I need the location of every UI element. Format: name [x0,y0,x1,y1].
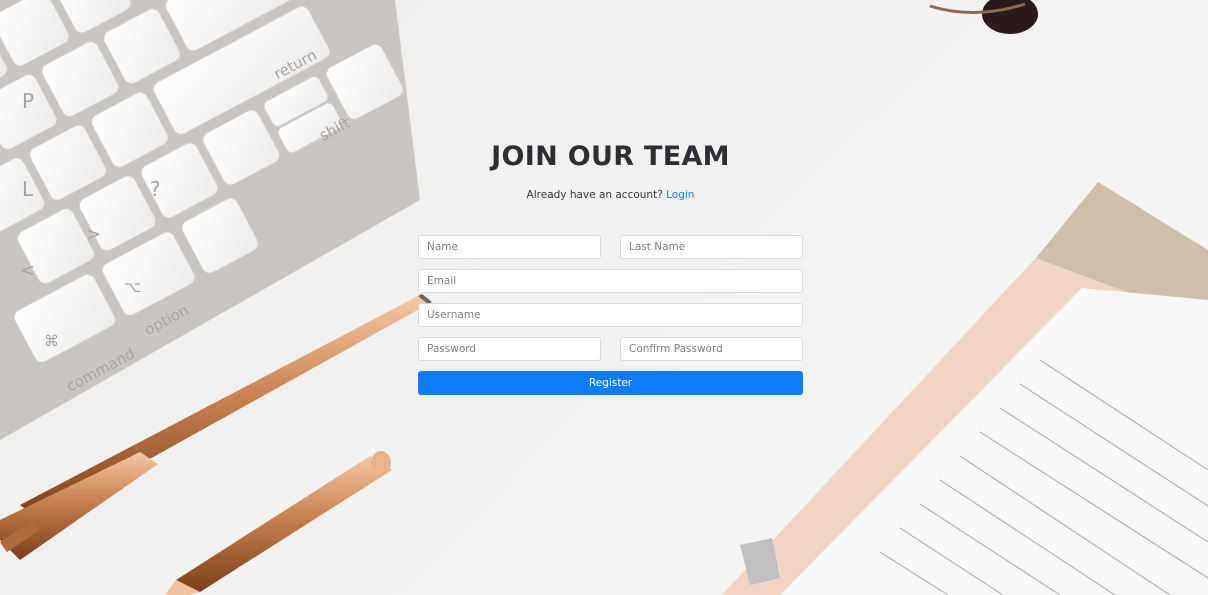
glasses [929,0,1038,34]
password-field[interactable] [418,337,601,361]
login-prompt: Already have an account? Login [418,189,803,205]
svg-text:⌘: ⌘ [44,332,59,350]
page-title: JOIN OUR TEAM [491,141,730,172]
svg-text:?: ? [150,177,161,201]
svg-text:>: > [86,224,101,245]
svg-text:L: L [22,177,34,201]
name-row [418,235,803,259]
pen-cap [165,451,392,595]
email-field[interactable] [418,269,803,293]
email-row [418,269,803,293]
login-link[interactable]: Login [666,189,694,201]
confirm-password-field[interactable] [620,337,803,361]
svg-text:P: P [22,89,34,113]
svg-text:⌥: ⌥ [124,278,141,296]
login-prompt-text: Already have an account? [526,189,663,201]
svg-text:<: < [20,260,35,281]
username-field[interactable] [418,303,803,327]
name-field[interactable] [418,235,601,259]
last-name-field[interactable] [620,235,803,259]
keyboard: return shift option command P L ? > < ⌘ … [0,0,420,440]
registration-form: JOIN OUR TEAM Already have an account? L… [418,140,803,395]
password-row [418,337,803,361]
form-fields: Register [418,235,803,395]
signup-page: return shift option command P L ? > < ⌘ … [0,0,1208,595]
register-button[interactable]: Register [418,371,803,395]
username-row [418,303,803,327]
